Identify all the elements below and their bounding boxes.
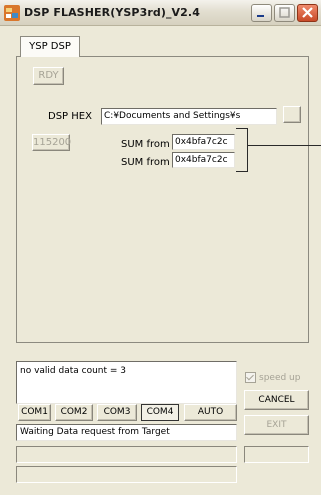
minimize-icon [257, 15, 264, 17]
progress-bar-1 [16, 446, 237, 463]
dsp-hex-path-field[interactable]: C:¥Documents and Settings¥s [101, 108, 277, 125]
browse-button[interactable] [283, 106, 301, 123]
title-bar[interactable]: DSP FLASHER(YSP3rd)_V2.4 [0, 0, 321, 26]
auto-button[interactable]: AUTO [184, 404, 237, 421]
sum-label-1: SUM from [121, 139, 170, 150]
cancel-button[interactable]: CANCEL [244, 390, 309, 410]
speed-up-label: speed up [259, 373, 301, 383]
com1-button[interactable]: COM1 [18, 404, 51, 421]
app-icon [4, 5, 20, 21]
bracket-connector-line [248, 145, 321, 146]
window-title: DSP FLASHER(YSP3rd)_V2.4 [24, 6, 200, 19]
checkbox-check-icon[interactable] [245, 372, 256, 383]
dsp-hex-label: DSP HEX [48, 111, 92, 122]
progress-bar-2 [16, 466, 237, 483]
ready-button[interactable]: RDY [33, 67, 64, 85]
speed-up-checkbox[interactable]: speed up [245, 372, 300, 383]
close-icon [302, 7, 313, 18]
maximize-button[interactable] [274, 4, 295, 22]
maximize-icon [279, 7, 290, 18]
com2-button[interactable]: COM2 [55, 404, 93, 421]
exit-button[interactable]: EXIT [244, 415, 309, 435]
close-button[interactable] [297, 4, 318, 22]
tab-ysp-dsp[interactable]: YSP DSP [20, 36, 80, 57]
sum-label-2: SUM from [121, 157, 170, 168]
baud-rate-button[interactable]: 115200 [32, 134, 71, 151]
sum-field-2[interactable]: 0x4bfa7c2c [172, 152, 235, 168]
progress-bar-small [244, 446, 309, 463]
status-text: Waiting Data request from Target [16, 424, 237, 441]
message-box: no valid data count = 3 [16, 361, 237, 404]
com3-button[interactable]: COM3 [97, 404, 137, 421]
minimize-button[interactable] [251, 4, 272, 22]
tab-panel [16, 56, 309, 343]
sum-field-1[interactable]: 0x4bfa7c2c [172, 134, 235, 150]
com4-button[interactable]: COM4 [141, 404, 179, 421]
sum-bracket [236, 128, 248, 172]
